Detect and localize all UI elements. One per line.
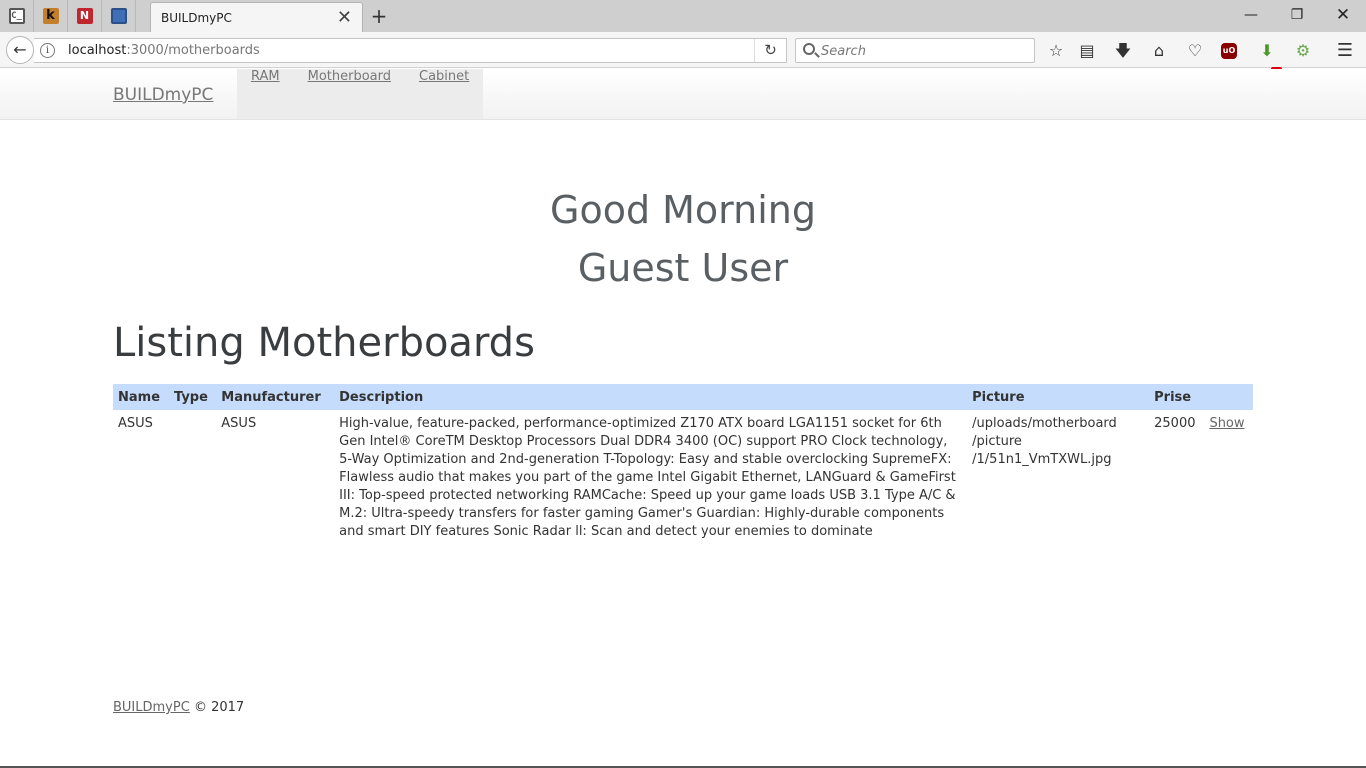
- url-host: localhost: [68, 43, 127, 58]
- motherboards-table: Name Type Manufacturer Description Pictu…: [113, 384, 1253, 546]
- nav-link-motherboard[interactable]: Motherboard: [294, 69, 405, 119]
- pinned-tab-n[interactable]: N: [68, 0, 102, 32]
- browser-nav-bar: ← i localhost:3000/motherboards ↻ ☆ ▤ 🡇 …: [0, 32, 1366, 78]
- reading-list-icon[interactable]: ▤: [1076, 40, 1098, 62]
- cell-name: ASUS: [118, 416, 153, 431]
- site-info-icon[interactable]: i: [40, 43, 55, 58]
- table-row: ASUS ASUS High-value, feature-packed, pe…: [113, 410, 1253, 546]
- ublock-icon[interactable]: uO: [1221, 43, 1237, 59]
- tab-close-icon[interactable]: ✕: [337, 8, 352, 27]
- reload-icon[interactable]: ↻: [754, 39, 786, 62]
- browser-tab-strip: C_ k N BUILDmyPC ✕ + — ❐ ✕: [0, 0, 1366, 32]
- nav-link-cabinet[interactable]: Cabinet: [405, 69, 483, 119]
- cell-description: High-value, feature-packed, performance-…: [339, 416, 956, 539]
- active-tab[interactable]: BUILDmyPC ✕: [150, 2, 363, 32]
- brand-link[interactable]: BUILDmyPC: [113, 85, 213, 105]
- url-bar[interactable]: i localhost:3000/motherboards ↻: [34, 38, 787, 63]
- k-app-icon: k: [42, 8, 59, 24]
- back-button[interactable]: ←: [6, 36, 34, 64]
- cell-manufacturer: ASUS: [221, 416, 257, 431]
- n-app-icon: N: [76, 8, 93, 24]
- header-prise: Prise: [1154, 389, 1192, 405]
- greeting-line-1: Good Morning: [550, 188, 816, 232]
- android-icon[interactable]: ⚙: [1292, 40, 1314, 62]
- search-input[interactable]: [821, 42, 1021, 60]
- pinned-tab-book[interactable]: [102, 0, 136, 32]
- site-navbar: BUILDmyPC RAM Motherboard Cabinet: [0, 69, 1366, 120]
- cell-actions: Show: [1204, 410, 1253, 546]
- site-nav-links: RAM Motherboard Cabinet: [237, 69, 484, 119]
- footer-brand-link[interactable]: BUILDmyPC: [113, 700, 190, 715]
- header-actions: [1204, 384, 1253, 410]
- show-link[interactable]: Show: [1209, 416, 1244, 431]
- greeting-line-2: Guest User: [577, 246, 789, 290]
- bookmark-star-icon[interactable]: ☆: [1045, 40, 1067, 62]
- downloads-icon[interactable]: 🡇: [1112, 40, 1134, 62]
- url-path: :3000/motherboards: [126, 43, 260, 58]
- search-icon: [803, 43, 815, 55]
- window-close-button[interactable]: ✕: [1320, 0, 1366, 30]
- pinned-tab-terminal[interactable]: C_: [0, 0, 34, 32]
- tab-title: BUILDmyPC: [161, 10, 232, 25]
- pocket-icon[interactable]: ♡: [1184, 40, 1206, 62]
- header-description: Description: [339, 389, 424, 405]
- header-manufacturer: Manufacturer: [221, 389, 321, 405]
- book-icon: [110, 8, 127, 24]
- footer: BUILDmyPC © 2017: [113, 700, 244, 715]
- download-helper-icon[interactable]: ⬇: [1256, 40, 1278, 62]
- home-icon[interactable]: ⌂: [1148, 40, 1170, 62]
- terminal-icon: C_: [8, 8, 25, 24]
- cell-prise: 25000: [1154, 416, 1196, 431]
- header-picture: Picture: [972, 389, 1025, 405]
- menu-icon[interactable]: ☰: [1334, 40, 1356, 62]
- url-text[interactable]: localhost:3000/motherboards: [68, 43, 260, 58]
- cell-picture: /uploads/motherboard /picture /1/51n1_Vm…: [972, 416, 1117, 467]
- nav-link-ram[interactable]: RAM: [237, 69, 294, 119]
- header-name: Name: [118, 389, 161, 405]
- header-type: Type: [174, 389, 208, 405]
- new-tab-button[interactable]: +: [368, 4, 390, 28]
- footer-copyright: © 2017: [193, 700, 245, 715]
- table-header-row: Name Type Manufacturer Description Pictu…: [113, 384, 1253, 410]
- search-bar[interactable]: [795, 38, 1035, 63]
- pinned-tab-k[interactable]: k: [34, 0, 68, 32]
- page-title: Listing Motherboards: [113, 320, 535, 366]
- window-minimize-button[interactable]: —: [1228, 0, 1274, 30]
- cell-type: [169, 410, 216, 546]
- window-restore-button[interactable]: ❐: [1274, 0, 1320, 30]
